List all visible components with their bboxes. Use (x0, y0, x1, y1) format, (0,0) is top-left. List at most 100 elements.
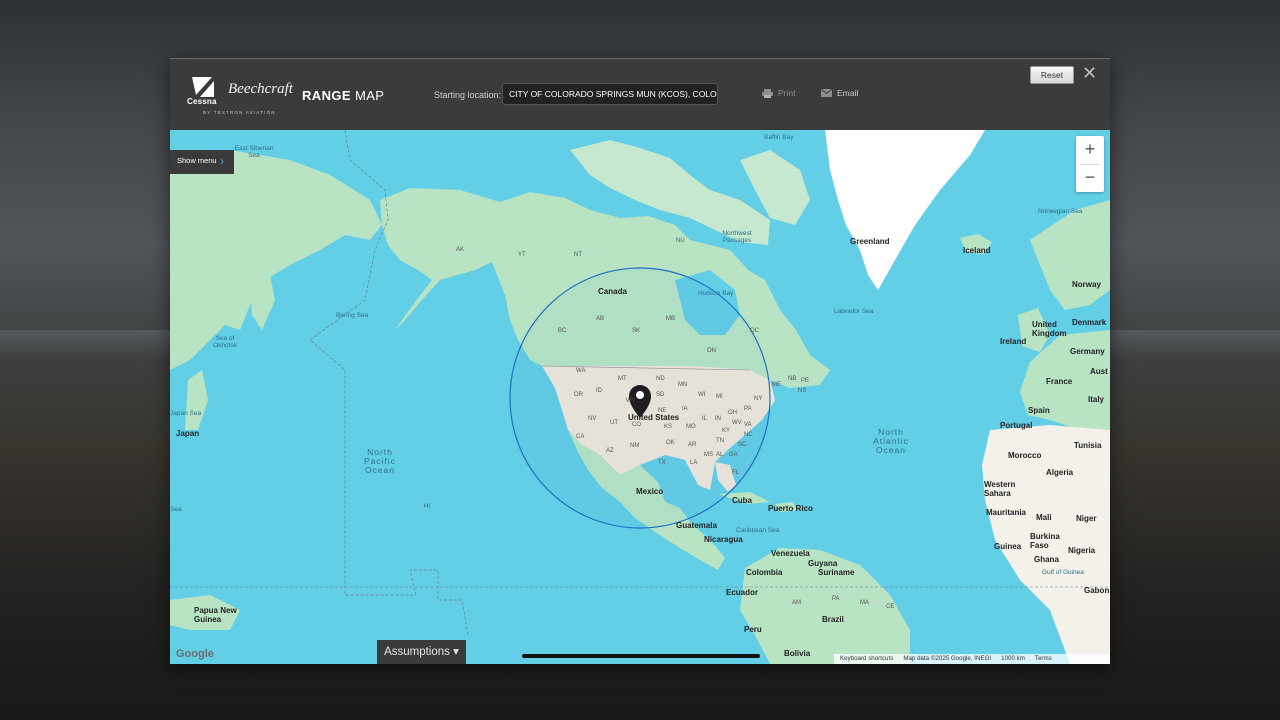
label-mali: Mali (1036, 513, 1052, 522)
zoom-control: + − (1076, 136, 1104, 192)
label-id: ID (596, 388, 602, 394)
map-canvas[interactable]: East Siberian Sea Baffin Bay Greenland I… (170, 130, 1110, 664)
land-greenland (825, 130, 985, 290)
close-icon[interactable]: ✕ (1082, 64, 1097, 82)
title-bold: RANGE (302, 88, 351, 103)
range-map-dialog: Cessna Beechcraft BY TEXTRON AVIATION RA… (170, 58, 1110, 664)
keyboard-shortcuts-link[interactable]: Keyboard shortcuts (840, 654, 893, 664)
label-wy: WY (626, 398, 636, 404)
label-nm: NM (630, 443, 640, 449)
label-spain: Spain (1028, 406, 1050, 415)
zoom-out-button[interactable]: − (1076, 164, 1104, 192)
label-mexico: Mexico (636, 487, 664, 496)
label-sd: SD (656, 392, 665, 398)
label-wa: WA (576, 368, 586, 374)
label-ca: CA (576, 434, 585, 440)
label-nd: ND (656, 376, 665, 382)
label-al: AL (716, 452, 724, 458)
dialog-header: Cessna Beechcraft BY TEXTRON AVIATION RA… (170, 58, 1110, 130)
label-nb: NB (788, 376, 797, 382)
label-tn: TN (716, 438, 724, 444)
label-am: AM (792, 600, 801, 606)
label-qc: QC (750, 328, 759, 334)
land-alaska (380, 188, 506, 330)
label-sc: SC (738, 442, 747, 448)
label-united-kingdom: United Kingdom (1032, 320, 1067, 338)
label-ak: AK (456, 247, 465, 253)
label-ghana: Ghana (1034, 555, 1059, 564)
label-ce: CE (886, 604, 895, 610)
page-title: RANGE MAP (302, 88, 384, 103)
label-north-atlantic-ocean: North Atlantic Ocean (873, 427, 909, 455)
label-ireland: Ireland (1000, 337, 1027, 346)
assumptions-button[interactable]: Assumptions ▾ (377, 640, 466, 664)
label-bolivia: Bolivia (784, 649, 811, 658)
label-tunisia: Tunisia (1074, 441, 1102, 450)
horizontal-scrollbar[interactable] (522, 654, 760, 658)
label-pe: PE (801, 378, 810, 384)
print-label: Print (778, 88, 796, 98)
label-pa-br: PA (832, 596, 840, 602)
label-ut: UT (610, 420, 618, 426)
label-hi: HI (424, 504, 430, 510)
reset-button[interactable]: Reset (1030, 66, 1074, 84)
land-russia (170, 150, 382, 370)
label-japan-sea: Japan Sea (170, 410, 202, 417)
label-gulf-of-guinea: Gulf of Guinea (1042, 569, 1084, 576)
label-wi: WI (698, 392, 706, 398)
label-ks: KS (664, 424, 673, 430)
label-venezuela: Venezuela (771, 549, 810, 558)
label-france: France (1046, 377, 1073, 386)
envelope-icon (821, 89, 832, 97)
terms-link[interactable]: Terms (1035, 654, 1052, 664)
label-bc: BC (558, 328, 567, 334)
starting-location-input[interactable]: CITY OF COLORADO SPRINGS MUN (KCOS), COL… (502, 83, 718, 105)
label-wv: WV (732, 420, 742, 426)
brand-cessna: Cessna (187, 97, 217, 106)
label-or: OR (574, 392, 583, 398)
label-brazil: Brazil (822, 615, 844, 624)
label-va: VA (744, 422, 752, 428)
show-menu-label: Show menu (177, 156, 217, 165)
label-labrador-sea: Labrador Sea (834, 308, 874, 315)
show-menu-button[interactable]: Show menu › (170, 150, 234, 174)
zoom-in-button[interactable]: + (1076, 136, 1104, 164)
label-ny: NY (754, 396, 763, 402)
label-nigeria: Nigeria (1068, 546, 1096, 555)
label-mb: MB (666, 316, 675, 322)
label-sk: SK (632, 328, 641, 334)
label-peru: Peru (744, 625, 762, 634)
label-ab: AB (596, 316, 605, 322)
email-button[interactable]: Email (821, 88, 858, 98)
title-rest: MAP (350, 88, 385, 103)
label-ecuador: Ecuador (726, 588, 759, 597)
label-algeria: Algeria (1046, 468, 1074, 477)
label-az: AZ (606, 448, 614, 454)
label-pa: PA (744, 406, 752, 412)
label-niger: Niger (1076, 514, 1097, 523)
land-japan (185, 370, 208, 430)
label-nicaragua: Nicaragua (704, 535, 743, 544)
label-mt: MT (618, 376, 627, 382)
print-button[interactable]: Print (762, 88, 795, 98)
label-la: LA (690, 460, 698, 466)
label-suriname: Suriname (818, 568, 855, 577)
map-base-layer (170, 130, 1110, 664)
label-austria: Aust (1090, 367, 1108, 376)
label-northwest-passages: Northwest Passages (722, 230, 752, 244)
label-papua-new-guinea: Papua New Guinea (194, 606, 237, 624)
scale-label: 1000 km (1001, 655, 1025, 662)
label-guinea: Guinea (994, 542, 1022, 551)
label-burkina-faso: Burkina Faso (1030, 532, 1060, 550)
label-japan: Japan (176, 429, 200, 438)
land-scandinavia (1030, 200, 1110, 310)
label-mi: MI (716, 394, 723, 400)
label-east-siberian-sea: East Siberian Sea (234, 145, 274, 159)
label-ms: MS (704, 452, 713, 458)
label-united-states: United States (628, 413, 680, 422)
label-italy: Italy (1088, 395, 1105, 404)
label-ne: NE (658, 408, 667, 414)
label-sea: Sea (170, 506, 182, 513)
label-western-sahara: Western Sahara (984, 480, 1016, 498)
label-cuba: Cuba (732, 496, 752, 505)
